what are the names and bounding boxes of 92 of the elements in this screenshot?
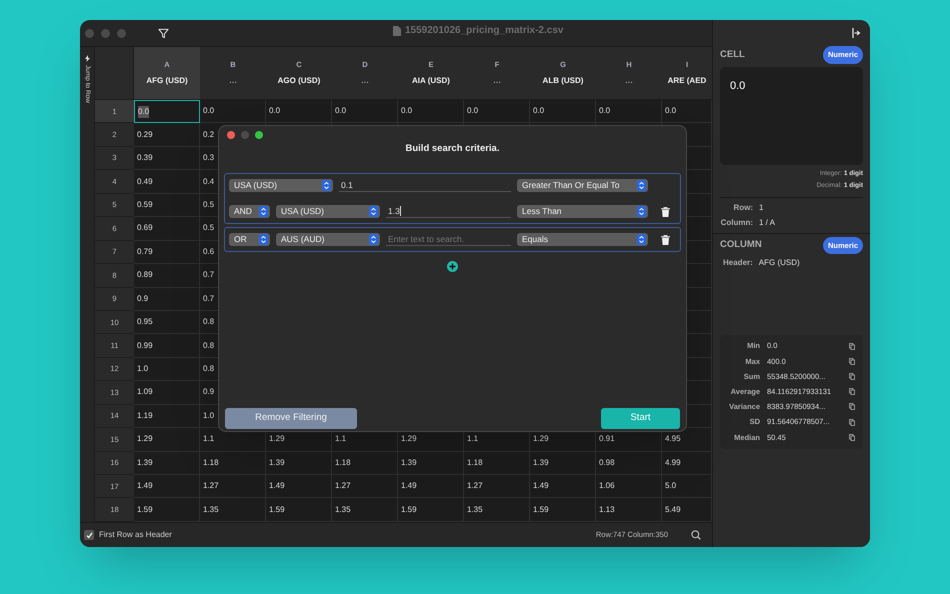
table-cell[interactable]: 0.98 — [596, 452, 662, 475]
table-cell[interactable]: 0.99 — [134, 334, 200, 358]
trash-icon[interactable] — [660, 206, 670, 217]
table-cell[interactable]: 1.09 — [134, 381, 200, 405]
table-cell[interactable]: 5.49 — [662, 498, 712, 522]
document-icon — [393, 26, 401, 36]
dropdown[interactable]: OR — [229, 233, 270, 246]
text-field[interactable]: 1.3 — [386, 205, 511, 218]
checkbox[interactable] — [84, 530, 94, 540]
table-cell[interactable]: 1.29 — [134, 428, 200, 452]
table-cell[interactable]: 1.39 — [398, 452, 464, 475]
section-heading: CELL — [720, 48, 745, 62]
stepper-icon — [322, 180, 331, 192]
dropdown[interactable]: Greater Than Or Equal To — [517, 179, 648, 192]
sidebar-toggle-icon[interactable] — [852, 28, 861, 38]
table-cell[interactable]: 1.35 — [200, 498, 266, 522]
filter-icon[interactable] — [158, 28, 169, 38]
cell-value: 0.0 — [730, 80, 746, 92]
stepper-icon — [259, 206, 268, 218]
stepper-icon — [369, 206, 378, 218]
table-cell[interactable]: 0.95 — [134, 310, 200, 334]
table-cell[interactable]: 1.18 — [200, 452, 266, 475]
dropdown[interactable]: AUS (AUD) — [276, 233, 380, 246]
table-cell[interactable]: 1.35 — [464, 498, 530, 522]
window-title: 1559201026_pricing_matrix-2.csv — [405, 24, 564, 38]
table-cell[interactable]: 1.39 — [266, 452, 332, 475]
dropdown[interactable]: AND — [229, 205, 270, 218]
close-button[interactable] — [227, 131, 235, 139]
table-cell[interactable]: 1.27 — [200, 475, 266, 498]
table-cell[interactable]: 1.59 — [530, 498, 596, 522]
dialog-title: Build search criteria. — [406, 142, 500, 156]
dropdown[interactable]: USA (USD) — [276, 205, 380, 218]
selected-cell[interactable]: 0.0 — [134, 100, 200, 124]
table-cell[interactable]: 0.0 — [530, 100, 596, 124]
table-cell[interactable]: 0.0 — [266, 100, 332, 124]
table-cell[interactable]: 0.59 — [134, 194, 200, 218]
table-cell[interactable]: 1.0 — [134, 358, 200, 382]
field-value: AFG (USD) — [758, 256, 800, 268]
dropdown[interactable]: USA (USD) — [229, 179, 333, 192]
table-cell[interactable]: 1.39 — [134, 452, 200, 475]
table-cell[interactable]: 4.99 — [662, 452, 712, 475]
field-label: Column: — [720, 216, 753, 228]
table-cell[interactable]: 1.59 — [134, 498, 200, 522]
add-icon[interactable] — [447, 261, 458, 272]
table-cell[interactable]: 1.19 — [134, 404, 200, 428]
field-value: 1 / A — [759, 216, 776, 228]
table-cell[interactable]: 5.0 — [662, 475, 712, 498]
table-cell[interactable]: 0.0 — [200, 100, 266, 124]
field-label: Row: — [732, 202, 753, 214]
field-value: 1 — [759, 202, 764, 214]
table-cell[interactable]: 0.39 — [134, 146, 200, 170]
dropdown[interactable]: Less Than — [517, 205, 648, 218]
table-cell[interactable]: 0.0 — [596, 100, 662, 124]
table-cell[interactable]: 1.59 — [398, 498, 464, 522]
table-cell[interactable]: 1.59 — [266, 498, 332, 522]
table-cell[interactable]: 1.39 — [530, 452, 596, 475]
stepper-icon — [637, 180, 646, 192]
table-cell[interactable]: 0.0 — [398, 100, 464, 124]
table-cell[interactable]: 1.49 — [266, 475, 332, 498]
table-cell[interactable]: 1.35 — [332, 498, 398, 522]
table-cell[interactable]: 0.29 — [134, 123, 200, 147]
table-cell[interactable]: 1.49 — [398, 475, 464, 498]
stepper-icon — [637, 206, 646, 218]
lightning-icon — [84, 55, 90, 62]
stepper-icon — [637, 234, 646, 246]
table-cell[interactable]: 0.9 — [134, 288, 200, 311]
checkbox-label: First Row as Header — [99, 529, 172, 541]
table-cell[interactable]: 1.06 — [596, 475, 662, 498]
table-cell[interactable]: 1.13 — [596, 498, 662, 522]
table-cell[interactable]: 0.79 — [134, 240, 200, 264]
table-cell[interactable]: 0.49 — [134, 170, 200, 194]
table-cell[interactable]: 0.0 — [332, 100, 398, 124]
zoom-button[interactable] — [255, 131, 263, 139]
table-cell[interactable]: 0.89 — [134, 264, 200, 288]
stepper-icon — [369, 234, 378, 246]
table-cell[interactable]: 1.49 — [530, 475, 596, 498]
trash-icon[interactable] — [660, 234, 670, 245]
text-field[interactable]: 0.1 — [339, 179, 511, 192]
table-cell[interactable]: 1.27 — [332, 475, 398, 498]
table-cell[interactable]: 1.18 — [332, 452, 398, 475]
table-cell[interactable]: 0.0 — [464, 100, 530, 124]
field-label: Header: — [723, 256, 753, 268]
table-cell[interactable]: 1.18 — [464, 452, 530, 475]
dropdown[interactable]: Equals — [517, 233, 648, 246]
table-cell[interactable]: 1.27 — [464, 475, 530, 498]
table-cell[interactable]: 0.69 — [134, 217, 200, 241]
table-cell[interactable]: 0.0 — [662, 100, 712, 124]
table-cell[interactable]: 4.95 — [662, 428, 712, 452]
table-cell[interactable]: 1.49 — [134, 475, 200, 498]
search-icon[interactable] — [691, 530, 701, 540]
stepper-icon — [259, 234, 268, 246]
section-heading: COLUMN — [720, 238, 762, 252]
